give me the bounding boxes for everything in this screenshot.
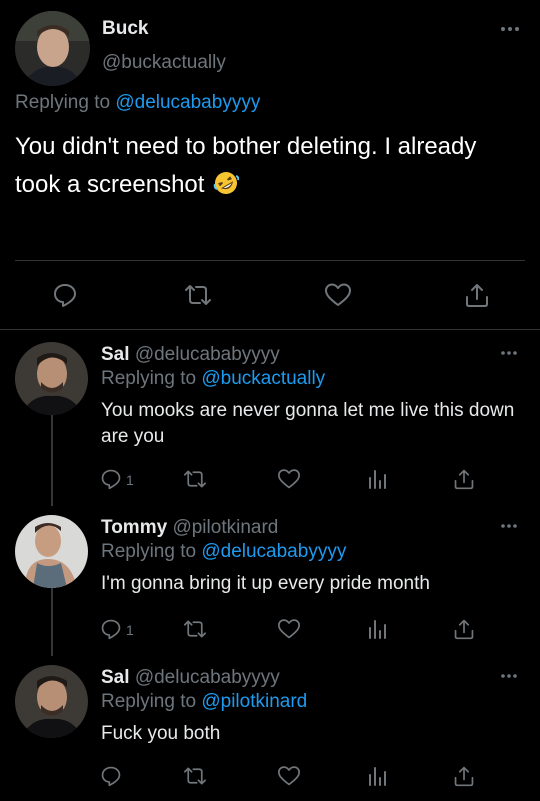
rolling-on-floor-laughing-emoji (213, 170, 240, 196)
display-name[interactable]: Buck (102, 18, 148, 40)
reply-icon[interactable] (100, 765, 122, 787)
display-name[interactable]: Sal (101, 344, 130, 365)
avatar[interactable] (15, 515, 88, 588)
share-icon[interactable] (464, 282, 490, 308)
replying-prefix: Replying to (101, 691, 197, 712)
reply-tweet: Sal @delucababyyyy Replying to @buckactu… (0, 332, 540, 502)
reply-count: 1 (126, 622, 134, 638)
reply-icon[interactable] (52, 282, 78, 308)
replying-to: Replying to @delucababyyyy (101, 541, 346, 563)
more-options-icon[interactable] (500, 523, 518, 529)
more-options-icon[interactable] (500, 673, 518, 679)
reply-icon[interactable] (100, 618, 122, 640)
replying-to-link[interactable]: @buckactually (201, 368, 325, 389)
reply-tweet: Sal @delucababyyyy Replying to @pilotkin… (0, 655, 540, 801)
reply-header: Sal @delucababyyyy (101, 667, 280, 689)
replying-prefix: Replying to (15, 92, 111, 113)
like-icon[interactable] (277, 468, 301, 490)
analytics-icon[interactable] (367, 618, 387, 640)
share-icon[interactable] (453, 765, 475, 787)
reply-header: Tommy @pilotkinard (101, 517, 278, 539)
analytics-icon[interactable] (367, 468, 387, 490)
retweet-icon[interactable] (184, 282, 212, 308)
avatar[interactable] (15, 11, 90, 86)
retweet-icon[interactable] (183, 618, 207, 640)
reply-icon[interactable] (100, 468, 122, 490)
user-handle[interactable]: @delucababyyyy (135, 344, 280, 365)
reply-text: I'm gonna bring it up every pride month (101, 573, 430, 594)
like-icon[interactable] (324, 282, 352, 308)
replying-to: Replying to @delucababyyyy (15, 92, 260, 114)
reply-text: You mooks are never gonna let me live th… (101, 400, 515, 447)
more-options-icon[interactable] (500, 26, 520, 32)
replying-prefix: Replying to (101, 368, 197, 389)
tweet-actions (0, 275, 540, 315)
avatar[interactable] (15, 342, 88, 415)
replying-to: Replying to @buckactually (101, 368, 325, 390)
reply-text: Fuck you both (101, 723, 221, 744)
display-name[interactable]: Tommy (101, 517, 167, 538)
reply-tweet: Tommy @pilotkinard Replying to @delucaba… (0, 505, 540, 655)
reply-header: Sal @delucababyyyy (101, 344, 280, 366)
divider (0, 329, 540, 330)
tweet-text-content: You didn't need to bother deleting. I al… (15, 133, 477, 198)
retweet-icon[interactable] (183, 765, 207, 787)
divider (15, 260, 525, 261)
like-icon[interactable] (277, 618, 301, 640)
tweet-text: You didn't need to bother deleting. I al… (15, 128, 525, 204)
main-tweet: Buck @buckactually Replying to @delucaba… (0, 0, 540, 330)
user-handle[interactable]: @pilotkinard (172, 517, 278, 538)
replying-to-link[interactable]: @pilotkinard (201, 691, 307, 712)
replying-prefix: Replying to (101, 541, 197, 562)
user-handle[interactable]: @buckactually (102, 52, 226, 74)
reply-count: 1 (126, 472, 134, 488)
replying-to-link[interactable]: @delucababyyyy (201, 541, 346, 562)
like-icon[interactable] (277, 765, 301, 787)
display-name[interactable]: Sal (101, 667, 130, 688)
analytics-icon[interactable] (367, 765, 387, 787)
user-handle[interactable]: @delucababyyyy (135, 667, 280, 688)
more-options-icon[interactable] (500, 350, 518, 356)
share-icon[interactable] (453, 468, 475, 490)
retweet-icon[interactable] (183, 468, 207, 490)
avatar[interactable] (15, 665, 88, 738)
share-icon[interactable] (453, 618, 475, 640)
replying-to-link[interactable]: @delucababyyyy (115, 92, 260, 113)
replying-to: Replying to @pilotkinard (101, 691, 307, 713)
